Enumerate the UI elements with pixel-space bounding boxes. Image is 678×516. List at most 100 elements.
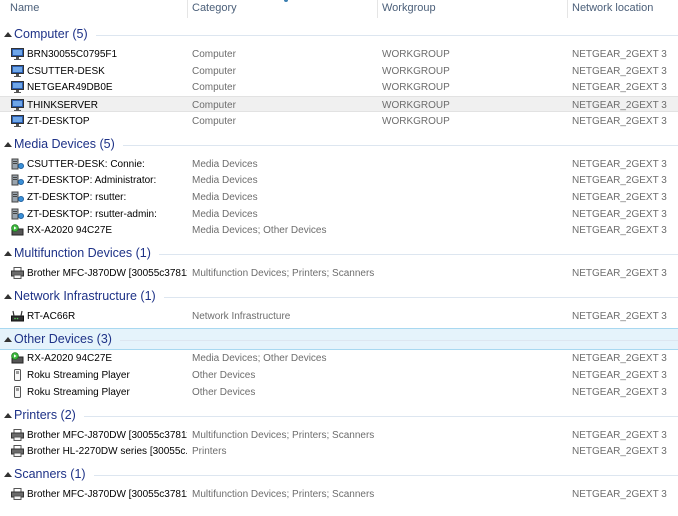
group-divider-line (84, 415, 678, 417)
printer-icon (11, 428, 24, 441)
media-receiver-icon (11, 224, 24, 236)
collapse-arrow-icon[interactable] (4, 337, 12, 343)
device-network-location: NETGEAR_2GEXT 3 (572, 158, 667, 170)
collapse-arrow-icon[interactable] (4, 251, 12, 256)
sort-indicator-icon (284, 0, 288, 2)
device-row[interactable]: CSUTTER-DESK: Connie: Media Devices NETGEA… (0, 156, 678, 172)
device-row[interactable]: BRN30055C0795F1 Computer WORKGROUP NETGEAR_… (0, 46, 678, 62)
device-name: Brother HL-2270DW series [30055c... (27, 446, 187, 458)
column-header-network-location[interactable]: Network location (572, 2, 653, 14)
device-row[interactable]: RT-AC66R Network Infrastructure NETGEAR_2G… (0, 308, 678, 324)
group-header-computer[interactable]: Computer (5) (0, 24, 678, 46)
group-title: Scanners (1) (14, 466, 86, 481)
device-category: Multifunction Devices; Printers; Scanner… (192, 488, 375, 500)
collapse-arrow-icon[interactable] (4, 412, 12, 418)
media-server-icon (11, 174, 24, 186)
device-workgroup: WORKGROUP (382, 49, 450, 60)
group-header-printers[interactable]: Printers (2) (0, 405, 678, 427)
router-icon (11, 310, 24, 322)
group-title: Computer (5) (14, 27, 88, 41)
device-row[interactable]: THINKSERVER Computer WORKGROUP NETGEAR_2GEX… (0, 96, 678, 113)
device-network-location: NETGEAR_2GEXT 3 (572, 446, 667, 458)
device-row[interactable]: ZT-DESKTOP: rsutter: Media Devices NETGEAR… (0, 189, 678, 205)
device-row[interactable]: ZT-DESKTOP: rsutter-admin: Media Devices N… (0, 206, 678, 222)
device-name: Brother MFC-J870DW [30055c37811f] (27, 429, 187, 441)
device-network-location: NETGEAR_2GEXT 3 (572, 370, 667, 382)
group-divider-line (96, 35, 678, 36)
group-header-network-infrastructure[interactable]: Network Infrastructure (1) (0, 286, 678, 308)
device-category: Media Devices; Other Devices (192, 353, 327, 365)
column-header-name[interactable]: Name (10, 2, 39, 14)
device-name: NETGEAR49DB0E (27, 82, 113, 94)
device-category: Media Devices (192, 158, 258, 170)
group-header-scanners[interactable]: Scanners (1) (0, 464, 678, 486)
column-header-workgroup[interactable]: Workgroup (382, 2, 436, 14)
device-name: ZT-DESKTOP: rsutter: (27, 191, 127, 203)
collapse-arrow-icon[interactable] (4, 471, 12, 477)
streaming-player-icon (11, 385, 24, 398)
printer-icon (11, 267, 24, 279)
device-network-location: NETGEAR_2GEXT 3 (572, 488, 667, 500)
device-network-location: NETGEAR_2GEXT 3 (572, 429, 667, 441)
column-divider[interactable] (377, 0, 378, 18)
device-category: Computer (192, 65, 236, 77)
device-name: CSUTTER-DESK (27, 65, 105, 77)
device-category: Computer (192, 100, 236, 112)
computer-icon (11, 99, 24, 112)
group-divider-line (159, 254, 678, 255)
group-divider-line (123, 144, 678, 146)
device-name: BRN30055C0795F1 (27, 49, 118, 60)
device-name: ZT-DESKTOP (27, 115, 90, 127)
computer-icon (11, 114, 24, 127)
group-header-multifunction-devices[interactable]: Multifunction Devices (1) (0, 243, 678, 265)
group-divider-line (120, 340, 678, 342)
device-network-location: NETGEAR_2GEXT 3 (572, 386, 667, 398)
device-network-location: NETGEAR_2GEXT 3 (572, 49, 667, 60)
device-row[interactable]: ZT-DESKTOP Computer WORKGROUP NETGEAR_2GEXT… (0, 113, 678, 129)
device-category: Network Infrastructure (192, 310, 291, 322)
device-row[interactable]: NETGEAR49DB0E Computer WORKGROUP NETGEAR_2G… (0, 79, 678, 95)
device-network-location: NETGEAR_2GEXT 3 (572, 175, 667, 187)
device-network-location: NETGEAR_2GEXT 3 (572, 191, 667, 203)
collapse-arrow-icon[interactable] (4, 141, 12, 147)
device-category: Computer (192, 49, 236, 60)
device-category: Media Devices (192, 175, 258, 187)
device-row[interactable]: ZT-DESKTOP: Administrator: Media Devices N… (0, 172, 678, 188)
device-name: Roku Streaming Player (27, 370, 130, 382)
device-network-location: NETGEAR_2GEXT 3 (572, 65, 667, 77)
device-name: Brother MFC-J870DW [30055c37811f] (27, 268, 187, 279)
device-name: Brother MFC-J870DW [30055c37811f] (27, 488, 187, 500)
device-row[interactable]: CSUTTER-DESK Computer WORKGROUP NETGEAR_2GE… (0, 63, 678, 79)
group-header-media-devices[interactable]: Media Devices (5) (0, 134, 678, 156)
device-row[interactable]: Brother MFC-J870DW [30055c37811f] Multifu… (0, 486, 678, 502)
device-row[interactable]: Roku Streaming Player Other Devices NETGEA… (0, 384, 678, 400)
group-header-other-devices[interactable]: Other Devices (3) (0, 328, 678, 351)
group-title: Printers (2) (14, 407, 76, 422)
device-name: RT-AC66R (27, 310, 76, 322)
column-header-category[interactable]: Category (192, 2, 237, 14)
device-network-location: NETGEAR_2GEXT 3 (572, 225, 667, 237)
device-category: Other Devices (192, 386, 256, 398)
printer-icon (11, 445, 24, 458)
device-network-location: NETGEAR_2GEXT 3 (572, 268, 667, 279)
device-row[interactable]: Brother HL-2270DW series [30055c... Print… (0, 443, 678, 459)
column-divider[interactable] (187, 0, 188, 18)
device-row[interactable]: Roku Streaming Player Other Devices NETGEA… (0, 367, 678, 383)
column-divider[interactable] (567, 0, 568, 18)
group-divider-line (94, 474, 678, 476)
device-network-location: NETGEAR_2GEXT 3 (572, 100, 667, 112)
device-category: Printers (192, 446, 227, 458)
device-category: Multifunction Devices; Printers; Scanner… (192, 429, 375, 441)
computer-icon (11, 64, 24, 77)
device-row[interactable]: RX-A2020 94C27E Media Devices; Other Devi… (0, 222, 678, 238)
device-category: Media Devices; Other Devices (192, 225, 327, 237)
device-row[interactable]: RX-A2020 94C27E Media Devices; Other Devi… (0, 350, 678, 366)
device-name: RX-A2020 94C27E (27, 353, 113, 365)
group-title: Multifunction Devices (1) (14, 246, 151, 260)
streaming-player-icon (11, 369, 24, 382)
device-name: ZT-DESKTOP: Administrator: (27, 175, 157, 187)
device-row[interactable]: Brother MFC-J870DW [30055c37811f] Multifu… (0, 265, 678, 281)
collapse-arrow-icon[interactable] (4, 32, 12, 37)
collapse-arrow-icon[interactable] (4, 293, 12, 299)
device-row[interactable]: Brother MFC-J870DW [30055c37811f] Multifu… (0, 427, 678, 443)
